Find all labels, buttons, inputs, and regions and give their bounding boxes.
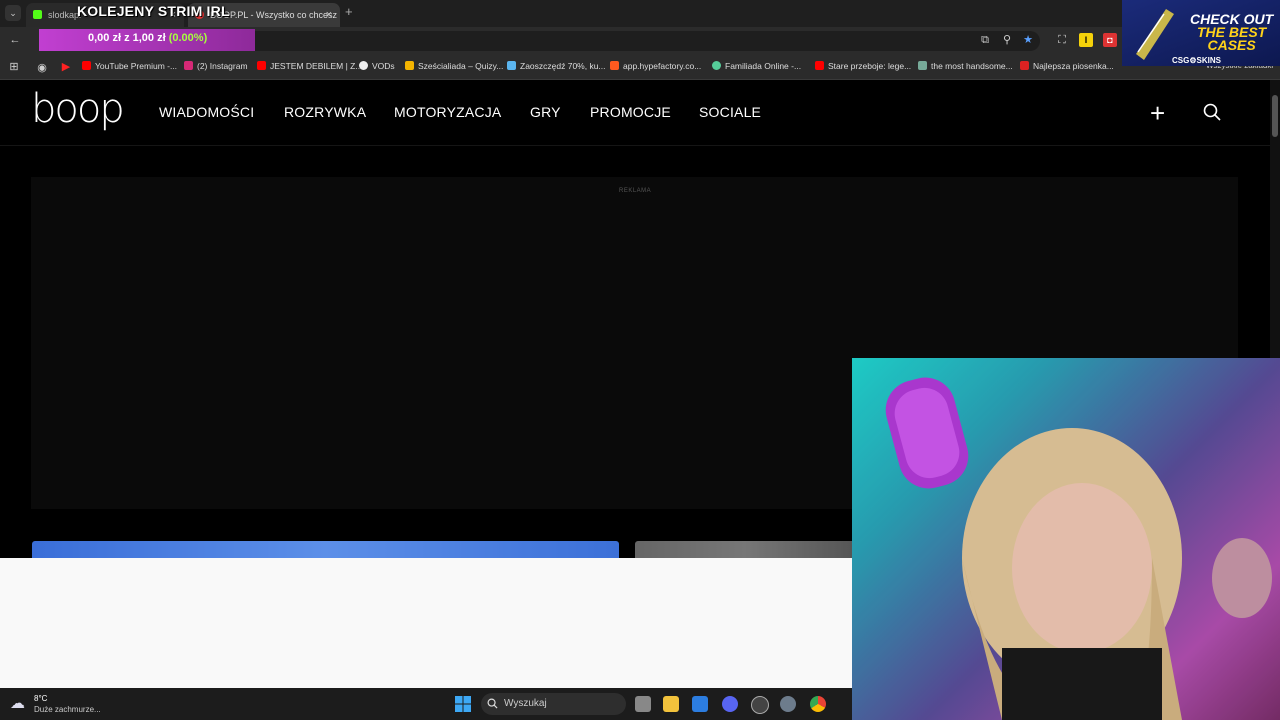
windows-start-icon[interactable] <box>455 696 471 712</box>
scrollbar-thumb[interactable] <box>1272 95 1278 137</box>
bookmark-youtube-premium[interactable]: YouTube Premium -... <box>82 61 177 71</box>
u-icon <box>1020 61 1029 70</box>
close-icon[interactable]: × <box>326 3 332 27</box>
bookmark-handsome[interactable]: the most handsome... <box>918 61 1013 71</box>
file-explorer-icon[interactable] <box>663 696 679 712</box>
site-logo[interactable]: boop <box>31 86 125 132</box>
store-icon[interactable] <box>692 696 708 712</box>
steam-icon <box>507 61 516 70</box>
bookmark-label: VODs <box>372 61 395 71</box>
extension-icon[interactable]: l <box>1079 33 1093 47</box>
nav-rozrywka[interactable]: ROZRYWKA <box>284 104 366 120</box>
cast-icon[interactable]: ⧉ <box>978 33 992 47</box>
article-card-image[interactable] <box>32 541 619 559</box>
goal-percent: (0.00%) <box>168 32 208 44</box>
search-icon <box>487 698 498 709</box>
back-icon[interactable]: ← <box>8 33 22 47</box>
knife-graphic <box>1126 4 1186 62</box>
weather-description: Duże zachmurze... <box>34 705 101 714</box>
vods-icon <box>359 61 368 70</box>
bookmark-label: Zaoszczędź 70%, ku... <box>520 61 606 71</box>
nav-motoryzacja[interactable]: MOTORYZACJA <box>394 104 501 120</box>
weather-temperature: 8°C <box>34 694 48 703</box>
settings-gear-icon[interactable] <box>780 696 796 712</box>
nav-promocje[interactable]: PROMOCJE <box>590 104 671 120</box>
bookmark-label: (2) Instagram <box>197 61 248 71</box>
webcam-feed <box>852 358 1280 720</box>
bookmark-instagram[interactable]: (2) Instagram <box>184 61 248 71</box>
youtube-icon[interactable]: ▶ <box>59 60 73 74</box>
bookmark-star-icon[interactable]: ★ <box>1021 33 1035 47</box>
new-tab-button[interactable]: + <box>345 4 353 19</box>
fire-icon <box>610 61 619 70</box>
bookmark-label: Sześcialiada – Quizy... <box>418 61 504 71</box>
extension-icon[interactable]: ◘ <box>1103 33 1117 47</box>
ad-label: REKLAMA <box>619 188 652 194</box>
kick-icon <box>33 10 42 19</box>
task-view-icon[interactable] <box>635 696 651 712</box>
youtube-icon <box>82 61 91 70</box>
bookmark-label: JESTEM DEBILEM | Z... <box>270 61 363 71</box>
discord-icon[interactable] <box>722 696 738 712</box>
nav-sociale[interactable]: SOCIALE <box>699 104 761 120</box>
nav-wiadomosci[interactable]: WIADOMOŚCI <box>159 104 254 120</box>
nav-gry[interactable]: GRY <box>530 104 561 120</box>
promo-text: CHECK OUT THE BEST CASES <box>1190 12 1273 53</box>
bookmark-najlepsza[interactable]: Najlepsza piosenka... <box>1020 61 1114 71</box>
bookmark-hypefactory[interactable]: app.hypefactory.co... <box>610 61 701 71</box>
obs-icon[interactable] <box>751 696 769 714</box>
bookmark-vods[interactable]: VODs <box>359 61 395 71</box>
tab-search-icon[interactable]: ⌄ <box>5 5 21 21</box>
bookmark-label: YouTube Premium -... <box>95 61 178 71</box>
taskbar-search-placeholder: Wyszukaj <box>504 698 547 709</box>
bookmark-label: Stare przeboje: lege... <box>828 61 912 71</box>
promo-brand: CSG⚙SKINS <box>1172 56 1221 65</box>
bookmark-szescialiada[interactable]: Sześcialiada – Quizy... <box>405 61 503 71</box>
search-icon[interactable] <box>1202 102 1222 122</box>
zoom-icon[interactable]: ⚲ <box>1000 33 1014 47</box>
youtube-icon <box>257 61 266 70</box>
bookmark-familiada[interactable]: Familiada Online -... <box>712 61 801 71</box>
article-card-image[interactable] <box>635 541 855 559</box>
familiada-icon <box>712 61 721 70</box>
bookmark-stare-przeboje[interactable]: Stare przeboje: lege... <box>815 61 911 71</box>
donation-goal-text: 0,00 zł z 1,00 zł (0.00%) <box>88 32 207 44</box>
instagram-icon <box>184 61 193 70</box>
extension-icon[interactable]: ⛶ <box>1055 33 1069 47</box>
bookmark-label: app.hypefactory.co... <box>623 61 702 71</box>
apps-icon[interactable]: ⊞ <box>7 60 21 74</box>
stream-title: KOLEJENY STRIM IRL <box>77 3 230 19</box>
bookmark-label: Familiada Online -... <box>725 61 802 71</box>
github-icon[interactable]: ◉ <box>35 61 49 75</box>
quiz-icon <box>405 61 414 70</box>
taskbar-search-input[interactable] <box>481 693 626 715</box>
goal-amount: 0,00 zł z 1,00 zł <box>88 32 166 44</box>
stream-overlay-panel <box>0 558 852 688</box>
weather-cloud-icon[interactable]: ☁ <box>10 694 25 712</box>
add-button[interactable]: + <box>1150 98 1165 129</box>
bookmark-label: Najlepsza piosenka... <box>1033 61 1114 71</box>
bookmark-steam[interactable]: Zaoszczędź 70%, ku... <box>507 61 606 71</box>
promo-line3: CASES <box>1207 37 1256 53</box>
chrome-icon[interactable] <box>810 696 826 712</box>
image-icon <box>918 61 927 70</box>
bookmark-jestem[interactable]: JESTEM DEBILEM | Z... <box>257 61 362 71</box>
youtube-icon <box>815 61 824 70</box>
bookmark-label: the most handsome... <box>931 61 1013 71</box>
